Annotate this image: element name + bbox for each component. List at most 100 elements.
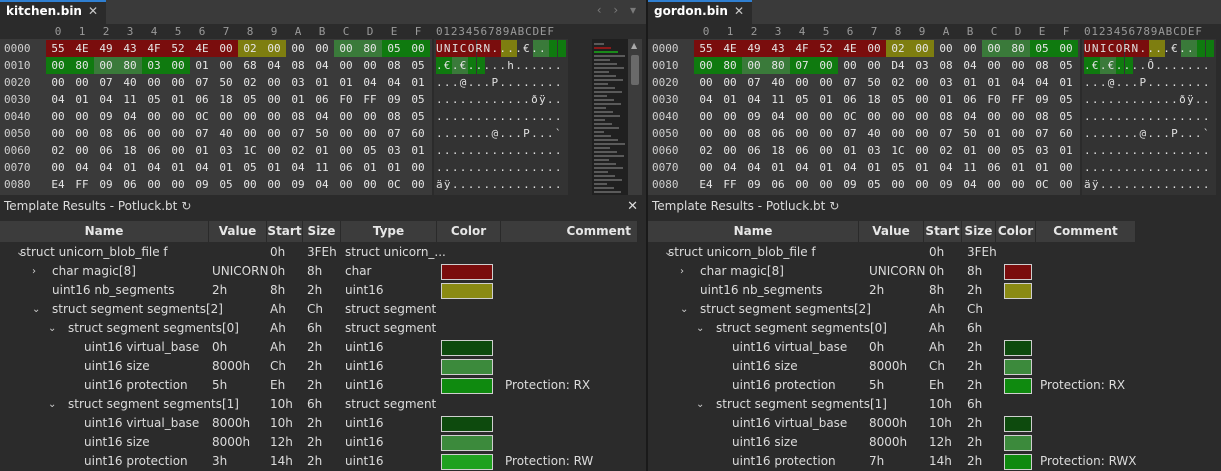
ascii-text[interactable]: ................ [1084, 108, 1211, 125]
hex-byte[interactable]: 00 [334, 40, 358, 57]
hex-byte[interactable]: 07 [838, 74, 862, 91]
hex-byte[interactable]: 00 [406, 159, 430, 176]
hex-byte[interactable]: 01 [334, 74, 358, 91]
hex-byte[interactable]: 40 [862, 125, 886, 142]
hex-byte[interactable]: 07 [382, 125, 406, 142]
template-row[interactable]: uint16 virtual_base 0h Ah 2h [648, 338, 1136, 357]
column-header-comment[interactable]: Comment [1036, 221, 1136, 242]
hex-byte[interactable]: FF [718, 176, 742, 193]
hex-byte[interactable]: 01 [286, 91, 310, 108]
hex-byte[interactable]: 04 [790, 159, 814, 176]
scroll-up-icon[interactable]: ▲ [631, 41, 637, 50]
chevron-down-icon[interactable]: ⌄ [696, 395, 704, 414]
hex-byte[interactable]: 04 [142, 159, 166, 176]
ascii-text[interactable]: ...@...P........ [1084, 74, 1211, 91]
hex-byte[interactable]: 04 [286, 159, 310, 176]
ascii-text[interactable]: ................ [436, 108, 563, 125]
hex-byte[interactable]: 05 [1030, 40, 1054, 57]
hex-byte[interactable]: 00 [214, 40, 238, 57]
hex-byte[interactable]: 01 [862, 159, 886, 176]
hex-byte[interactable]: 07 [742, 74, 766, 91]
hex-byte[interactable]: 01 [814, 91, 838, 108]
hex-byte[interactable]: 55 [46, 40, 70, 57]
template-row[interactable]: uint16 virtual_base 0h Ah 2h uint16 [0, 338, 638, 357]
ascii-text[interactable]: äÿ.............. [1084, 176, 1211, 193]
hex-byte[interactable]: 09 [190, 176, 214, 193]
hex-byte[interactable]: 00 [862, 57, 886, 74]
ascii-text[interactable]: äÿ.............. [436, 176, 563, 193]
tab-navigation-icons[interactable]: ‹ › ▾ [597, 3, 640, 17]
hex-byte[interactable]: 00 [262, 91, 286, 108]
hex-byte[interactable]: 05 [862, 176, 886, 193]
hex-byte[interactable]: 00 [70, 108, 94, 125]
hex-byte[interactable]: 00 [814, 74, 838, 91]
hex-byte[interactable]: 43 [766, 40, 790, 57]
hex-byte[interactable]: 0C [190, 108, 214, 125]
hex-byte[interactable]: 01 [766, 159, 790, 176]
hex-byte[interactable]: 07 [934, 125, 958, 142]
hex-byte[interactable]: 18 [862, 91, 886, 108]
hex-byte[interactable]: 00 [910, 108, 934, 125]
column-header-comment[interactable]: Comment [501, 221, 638, 242]
hex-byte[interactable]: 07 [1030, 125, 1054, 142]
hex-byte[interactable]: 06 [958, 91, 982, 108]
ascii-text[interactable]: ............ðÿ.. [1084, 91, 1211, 108]
template-row[interactable]: uint16 virtual_base 8000h 10h 2h uint16 [0, 414, 638, 433]
hex-byte[interactable]: 04 [934, 159, 958, 176]
hex-byte[interactable]: 09 [1030, 91, 1054, 108]
hex-byte[interactable]: 00 [718, 108, 742, 125]
template-row[interactable]: uint16 nb_segments 2h 8h 2h uint16 [0, 281, 638, 300]
hex-byte[interactable]: 01 [166, 159, 190, 176]
hex-byte[interactable]: 05 [1054, 57, 1078, 74]
hex-byte[interactable]: 00 [166, 57, 190, 74]
hex-byte[interactable]: 04 [958, 176, 982, 193]
refresh-icon[interactable]: ↻ [829, 199, 839, 213]
hex-byte[interactable]: 00 [718, 142, 742, 159]
hex-byte[interactable]: 00 [718, 74, 742, 91]
column-header-start[interactable]: Start [924, 221, 962, 242]
hex-byte[interactable]: 00 [262, 40, 286, 57]
hex-byte[interactable]: 50 [958, 125, 982, 142]
hex-byte[interactable]: 01 [910, 159, 934, 176]
hex-byte[interactable]: 00 [910, 40, 934, 57]
hex-byte[interactable]: 01 [982, 74, 1006, 91]
hex-byte[interactable]: 00 [694, 57, 718, 74]
hex-byte[interactable]: 00 [94, 57, 118, 74]
hex-byte[interactable]: 00 [982, 40, 1006, 57]
ascii-text[interactable]: ................ [436, 159, 563, 176]
hex-byte[interactable]: 04 [718, 159, 742, 176]
hex-byte[interactable]: 01 [358, 159, 382, 176]
hex-byte[interactable]: 40 [214, 125, 238, 142]
hex-byte[interactable]: 04 [94, 91, 118, 108]
hex-byte[interactable]: 18 [118, 142, 142, 159]
hex-byte[interactable]: 04 [70, 159, 94, 176]
hex-byte[interactable]: 01 [1054, 74, 1078, 91]
template-row[interactable]: uint16 protection 7h 14h 2h Protection: RWX [648, 452, 1137, 471]
column-header-size[interactable]: Size [303, 221, 341, 242]
ascii-text[interactable]: UNICORN....€.. [1084, 40, 1195, 57]
hex-byte[interactable]: 00 [814, 108, 838, 125]
hex-byte[interactable]: 01 [718, 91, 742, 108]
hex-byte[interactable]: 07 [94, 74, 118, 91]
hex-byte[interactable]: 00 [982, 142, 1006, 159]
hex-byte[interactable]: 11 [958, 159, 982, 176]
hex-byte[interactable]: 50 [862, 74, 886, 91]
scrollbar-thumb[interactable] [631, 55, 639, 85]
hex-byte[interactable]: 00 [166, 142, 190, 159]
hex-byte[interactable]: 80 [718, 57, 742, 74]
hex-byte[interactable]: E4 [46, 176, 70, 193]
hex-byte[interactable]: 00 [334, 57, 358, 74]
hex-byte[interactable]: 02 [934, 142, 958, 159]
hex-byte[interactable]: 06 [790, 142, 814, 159]
column-header-value[interactable]: Value [209, 221, 267, 242]
hex-byte[interactable]: 4F [790, 40, 814, 57]
hex-byte[interactable]: 00 [214, 57, 238, 74]
hex-byte[interactable]: 06 [982, 159, 1006, 176]
hex-byte[interactable]: 00 [46, 125, 70, 142]
hex-byte[interactable]: 01 [406, 142, 430, 159]
hex-byte[interactable]: 07 [790, 57, 814, 74]
hex-byte[interactable]: 08 [934, 108, 958, 125]
hex-byte[interactable]: 08 [1030, 108, 1054, 125]
hex-byte[interactable]: 04 [958, 57, 982, 74]
hex-byte[interactable]: 80 [358, 40, 382, 57]
